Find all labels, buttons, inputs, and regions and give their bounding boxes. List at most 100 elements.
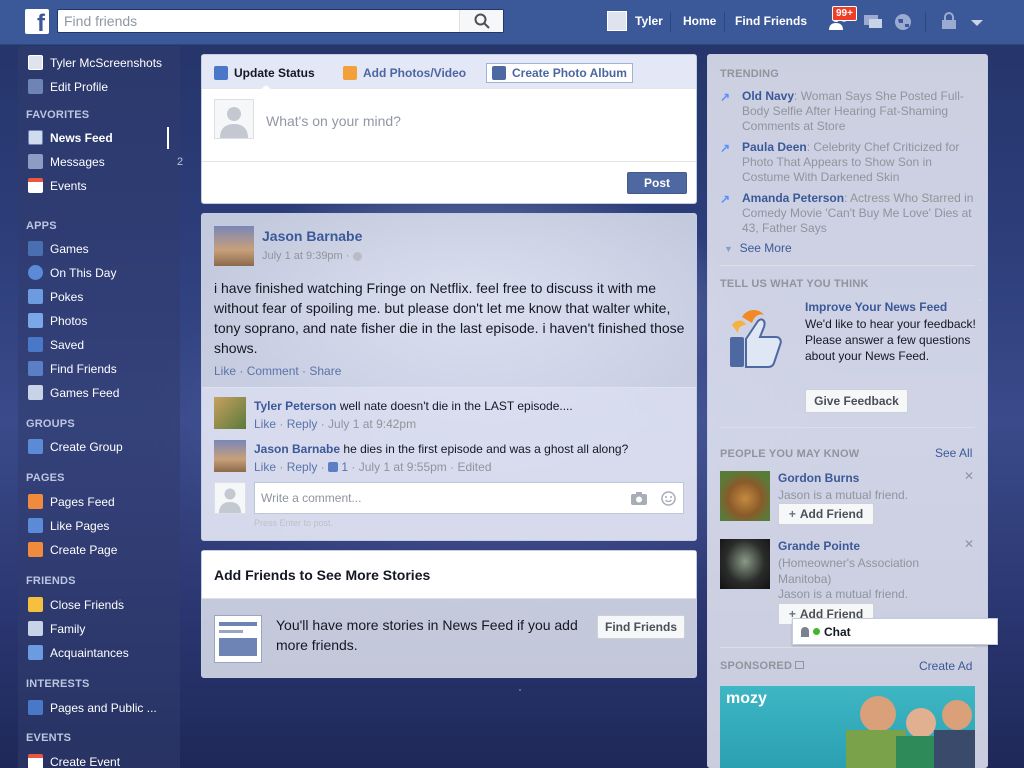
person-avatar[interactable]	[720, 471, 770, 521]
sidebar-item-news-feed[interactable]: News Feed	[50, 129, 190, 147]
sidebar-item-like-pages[interactable]: Like Pages	[50, 517, 190, 535]
comment-like-link[interactable]: Like	[254, 417, 276, 431]
person-avatar[interactable]	[720, 539, 770, 589]
dismiss-close-icon[interactable]: ✕	[964, 537, 974, 551]
write-comment	[214, 482, 684, 514]
author-name[interactable]: Jason Barnabe	[262, 228, 362, 244]
commenter-avatar[interactable]	[214, 397, 246, 429]
comment-meta: Like · Reply · 1 · July 1 at 9:55pm · Ed…	[254, 460, 492, 474]
comment-text: he dies in the first episode and was a g…	[343, 442, 629, 456]
emoji-smile-icon[interactable]	[661, 491, 676, 506]
home-link[interactable]: Home	[683, 14, 716, 28]
see-all-link[interactable]: See All	[935, 446, 972, 460]
find-friends-button[interactable]: Find Friends	[597, 615, 685, 639]
author-avatar[interactable]	[214, 226, 254, 266]
account-menu-chevron-down-icon[interactable]	[966, 12, 988, 32]
sidebar-item-find-friends[interactable]: Find Friends	[50, 360, 190, 378]
mutual-friends: Jason is a mutual friend.	[778, 488, 909, 502]
tab-create-album[interactable]: Create Photo Album	[486, 63, 633, 83]
like-link[interactable]: Like	[214, 364, 236, 378]
sidebar-item-saved[interactable]: Saved	[50, 336, 190, 354]
notifications-globe-icon[interactable]	[892, 12, 914, 32]
sidebar-item-pokes[interactable]: Pokes	[50, 288, 190, 306]
ad-person	[942, 700, 972, 730]
comment-like-count[interactable]: 1	[328, 460, 348, 474]
comment-input[interactable]	[255, 483, 615, 513]
news-feed-story: Jason Barnabe July 1 at 9:39pm · i have …	[201, 213, 697, 541]
chat-label: Chat	[824, 624, 851, 639]
search-icon	[474, 13, 490, 29]
sidebar-item-pages-public[interactable]: Pages and Public ...	[50, 699, 190, 717]
tab-add-photos[interactable]: Add Photos/Video	[343, 63, 466, 83]
sidebar-item-close-friends[interactable]: Close Friends	[50, 596, 190, 614]
create-ad-link[interactable]: Create Ad	[919, 659, 972, 673]
sidebar-item-edit-profile[interactable]: Edit Profile	[50, 78, 190, 96]
search-input[interactable]	[58, 10, 458, 32]
active-indicator	[167, 127, 169, 149]
close-friends-star-icon	[28, 597, 43, 612]
profile-name: Tyler	[635, 14, 663, 28]
camera-icon[interactable]	[631, 492, 647, 505]
post-timestamp[interactable]: July 1 at 9:39pm ·	[262, 250, 362, 262]
comment-time[interactable]: July 1 at 9:55pm · Edited	[359, 460, 492, 474]
comment-reply-link[interactable]: Reply	[287, 460, 318, 474]
feedback-title[interactable]: Improve Your News Feed	[805, 300, 947, 314]
person-name[interactable]: Grande Pointe	[778, 539, 860, 553]
facebook-logo[interactable]: f	[25, 9, 49, 34]
trend-name: Old Navy	[742, 89, 795, 103]
search-button[interactable]	[459, 10, 503, 32]
chat-bar[interactable]: Chat	[792, 618, 998, 645]
composer-placeholder[interactable]: What's on your mind?	[266, 113, 401, 129]
sponsored-ad-image[interactable]: mozy	[720, 686, 975, 768]
commenter-name[interactable]: Tyler Peterson	[254, 399, 336, 413]
sidebar-item-family[interactable]: Family	[50, 620, 190, 638]
mutual-friends: Jason is a mutual friend.	[778, 587, 909, 601]
create-group-plus-icon	[28, 439, 43, 454]
comment-line: Tyler Peterson well nate doesn't die in …	[254, 399, 573, 413]
sidebar-item-photos[interactable]: Photos	[50, 312, 190, 330]
person-name[interactable]: Gordon Burns	[778, 471, 859, 485]
sidebar-item-profile[interactable]: Tyler McScreenshots	[50, 54, 190, 72]
see-more-link[interactable]: ▼ See More	[724, 241, 792, 255]
comment-time[interactable]: July 1 at 9:42pm	[328, 417, 416, 431]
give-feedback-button[interactable]: Give Feedback	[805, 389, 908, 413]
sidebar-item-on-this-day[interactable]: On This Day	[50, 264, 190, 282]
commenter-avatar[interactable]	[214, 440, 246, 472]
sidebar-item-messages[interactable]: Messages	[50, 153, 190, 171]
commenter-name[interactable]: Jason Barnabe	[254, 442, 340, 456]
sidebar-item-games[interactable]: Games	[50, 240, 190, 258]
press-enter-hint: Press Enter to post.	[254, 518, 334, 528]
dismiss-close-icon[interactable]: ✕	[964, 469, 974, 483]
composer-body[interactable]: What's on your mind?	[214, 99, 684, 145]
add-friend-button[interactable]: + Add Friend	[778, 503, 874, 525]
trending-item[interactable]: ↗ Paula Deen: Celebrity Chef Criticized …	[720, 140, 975, 185]
tab-update-status[interactable]: Update Status	[214, 63, 315, 83]
sidebar-item-events[interactable]: Events	[50, 177, 190, 195]
sidebar-item-acquaintances[interactable]: Acquaintances	[50, 644, 190, 662]
share-link[interactable]: Share	[309, 364, 341, 378]
find-friends-link[interactable]: Find Friends	[735, 14, 807, 28]
trending-item[interactable]: ↗ Old Navy: Woman Says She Posted Full-B…	[720, 89, 975, 134]
sidebar-item-games-feed[interactable]: Games Feed	[50, 384, 190, 402]
privacy-lock-icon[interactable]	[938, 12, 960, 32]
trending-item[interactable]: ↗ Amanda Peterson: Actress Who Starred i…	[720, 191, 975, 236]
comment-link[interactable]: Comment	[247, 364, 299, 378]
profile-avatar	[28, 55, 43, 70]
sidebar-item-create-page[interactable]: Create Page	[50, 541, 190, 559]
messages-icon[interactable]	[862, 12, 884, 32]
comment-reply-link[interactable]: Reply	[287, 417, 318, 431]
profile-link[interactable]: Tyler	[607, 11, 663, 31]
notification-badge: 99+	[832, 6, 857, 21]
pencil-icon	[214, 66, 228, 80]
add-friends-title: Add Friends to See More Stories	[214, 567, 431, 583]
acquaintances-icon	[28, 645, 43, 660]
sidebar-item-create-event[interactable]: Create Event	[50, 753, 190, 768]
post-button[interactable]: Post	[627, 172, 687, 194]
album-icon	[492, 66, 506, 80]
comment-like-link[interactable]: Like	[254, 460, 276, 474]
pages-header: PAGES	[26, 472, 65, 484]
sidebar-item-pages-feed[interactable]: Pages Feed	[50, 493, 190, 511]
pages-feed-flag-icon	[28, 494, 43, 509]
divider	[720, 647, 975, 648]
sidebar-item-create-group[interactable]: Create Group	[50, 438, 190, 456]
